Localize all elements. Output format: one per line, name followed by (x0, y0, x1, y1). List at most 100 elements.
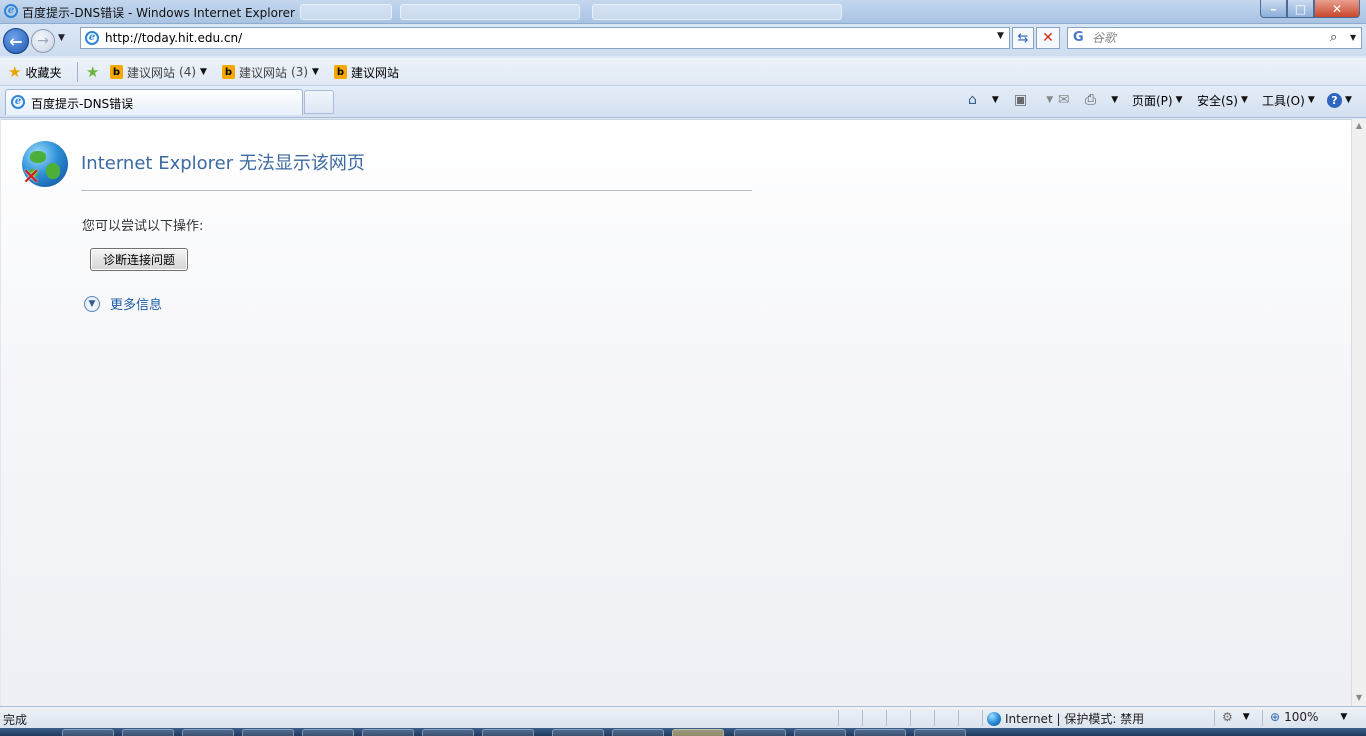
maximize-button[interactable]: □ (1287, 0, 1314, 18)
background-window-tab[interactable] (400, 4, 580, 20)
security-zone[interactable]: Internet | 保护模式: 禁用 (987, 710, 1144, 727)
status-divider (886, 710, 887, 726)
address-input[interactable] (105, 31, 985, 45)
chevron-down-icon: ▼ (1345, 95, 1352, 105)
taskbar-button[interactable] (734, 729, 786, 736)
history-dropdown-icon[interactable]: ▼ (58, 33, 65, 43)
bing-icon: b (222, 65, 235, 79)
status-text: 完成 (3, 713, 28, 727)
chevron-down-icon: ▼ (1240, 95, 1248, 105)
printer-icon: ⎙ (1085, 92, 1097, 108)
page-content (1, 119, 1351, 706)
window-title: 百度提示-DNS错误 - Windows Internet Explorer (22, 6, 295, 20)
diagnose-connection-button[interactable]: 诊断连接问题 (90, 248, 188, 271)
zoom-icon: ⊕ (1270, 710, 1281, 724)
back-button[interactable]: ← (3, 28, 29, 54)
safety-menu[interactable]: 安全(S) ▼ (1197, 92, 1248, 108)
scroll-down-icon[interactable]: ▼ (1352, 693, 1366, 702)
title-bar: e 百度提示-DNS错误 - Windows Internet Explorer… (0, 0, 1366, 24)
status-divider (838, 710, 839, 726)
suggested-sites-item[interactable]: b 建议网站 (4) ▼ (110, 64, 207, 80)
tab-page-icon: e (11, 95, 25, 109)
new-tab-button[interactable] (304, 90, 334, 114)
chevron-down-icon: ▼ (200, 67, 207, 77)
taskbar-button[interactable] (482, 729, 534, 736)
more-info-link[interactable]: 更多信息 (110, 294, 162, 313)
add-to-favorites-bar-button[interactable]: ★ (86, 64, 99, 80)
bing-icon: b (334, 65, 347, 79)
bing-icon: b (110, 65, 123, 79)
status-divider (910, 710, 911, 726)
suggested-sites-item[interactable]: b 建议网站 (334, 64, 399, 80)
page-menu[interactable]: 页面(P) ▼ (1132, 92, 1183, 108)
help-menu[interactable]: ? ▼ (1327, 92, 1352, 108)
taskbar-button[interactable] (362, 729, 414, 736)
chevron-down-icon: ▼ (312, 67, 319, 77)
taskbar-button[interactable] (302, 729, 354, 736)
search-box[interactable]: G ⌕ ▼ (1067, 27, 1362, 49)
rss-icon: ▣ (1014, 92, 1028, 108)
taskbar-button[interactable] (122, 729, 174, 736)
favorites-button[interactable]: ★ 收藏夹 (8, 64, 61, 80)
favorites-star-icon: ★ (8, 63, 22, 81)
tools-menu[interactable]: 工具(O) ▼ (1262, 92, 1315, 108)
home-icon: ⌂ (968, 92, 977, 108)
home-button[interactable]: ⌂ ▼ (968, 92, 999, 108)
ie-logo-icon: e (4, 4, 18, 18)
feeds-button[interactable]: ▣ ▼ (1014, 92, 1053, 108)
taskbar-button[interactable] (62, 729, 114, 736)
forward-button[interactable]: → (31, 29, 55, 53)
mail-icon: ✉ (1058, 92, 1070, 108)
suggested-sites-item[interactable]: b 建议网站 (3) ▼ (222, 64, 319, 80)
taskbar-button[interactable] (914, 729, 966, 736)
refresh-button[interactable]: ⇆ (1012, 27, 1034, 49)
scroll-up-icon[interactable]: ▲ (1352, 121, 1366, 130)
background-window-tab[interactable] (592, 4, 842, 20)
tab-active[interactable]: e 百度提示-DNS错误 (5, 89, 303, 115)
search-icon[interactable]: ⌕ (1330, 30, 1337, 45)
status-divider (1214, 710, 1215, 726)
search-input[interactable] (1092, 31, 1322, 45)
chevron-down-icon: ▼ (1111, 95, 1119, 105)
chevron-down-icon: ▼ (1307, 95, 1315, 105)
minimize-button[interactable]: – (1260, 0, 1287, 18)
divider (81, 190, 752, 191)
internet-zone-icon (987, 711, 1001, 726)
taskbar-button[interactable] (242, 729, 294, 736)
vertical-scrollbar[interactable]: ▲ ▼ (1351, 119, 1366, 706)
status-divider (862, 710, 863, 726)
taskbar-button[interactable] (612, 729, 664, 736)
taskbar-button-active[interactable] (672, 729, 724, 736)
stop-button[interactable]: ✕ (1036, 27, 1060, 49)
chevron-down-icon: ▼ (1046, 95, 1054, 105)
protected-mode-button[interactable]: ⚙ ▼ (1222, 710, 1250, 724)
background-window-tab[interactable] (300, 4, 392, 20)
taskbar-button[interactable] (552, 729, 604, 736)
mail-button[interactable]: ✉ (1058, 92, 1070, 108)
search-dropdown-icon[interactable]: ▼ (1350, 33, 1356, 42)
expand-chevron-icon[interactable]: ▼ (84, 296, 100, 312)
suggestion-text: 您可以尝试以下操作: (82, 219, 204, 234)
status-divider (958, 710, 959, 726)
status-bar: 完成 Internet | 保护模式: 禁用 ⚙ ▼ ⊕ 100% ▼ (0, 706, 1366, 728)
favorites-separator (77, 62, 78, 82)
taskbar-button[interactable] (854, 729, 906, 736)
print-button[interactable]: ⎙ ▼ (1085, 92, 1118, 108)
address-dropdown-icon[interactable]: ▼ (997, 31, 1004, 41)
protected-mode-icon: ⚙ (1222, 710, 1233, 724)
add-favorite-icon: ★ (86, 63, 100, 81)
chevron-down-icon: ▼ (1242, 712, 1250, 722)
chevron-down-icon: ▼ (1340, 712, 1348, 722)
error-x-icon: ✕ (22, 165, 41, 190)
error-heading: Internet Explorer 无法显示该网页 (81, 153, 365, 174)
tab-label: 百度提示-DNS错误 (31, 97, 134, 111)
close-button[interactable]: ✕ (1314, 0, 1360, 18)
zoom-button[interactable]: ⊕ 100% ▼ (1270, 710, 1347, 724)
google-icon: G (1073, 30, 1084, 45)
status-divider (934, 710, 935, 726)
taskbar-button[interactable] (422, 729, 474, 736)
address-bar[interactable]: e ▼ (80, 27, 1010, 49)
taskbar-button[interactable] (794, 729, 846, 736)
taskbar-button[interactable] (182, 729, 234, 736)
chevron-down-icon: ▼ (991, 95, 999, 105)
